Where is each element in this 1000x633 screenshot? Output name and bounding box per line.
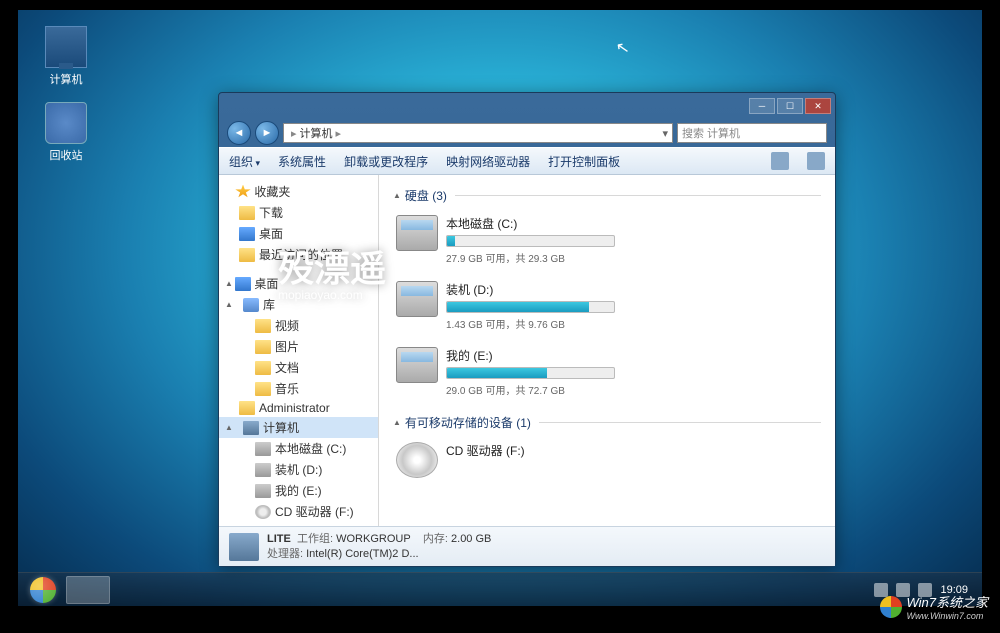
- sidebar-item-downloads[interactable]: 下载: [219, 202, 378, 223]
- hdd-icon: [396, 281, 438, 317]
- view-options-icon[interactable]: [771, 152, 789, 170]
- drive-label: 本地磁盘 (C:): [446, 215, 615, 232]
- close-button[interactable]: ✕: [805, 98, 831, 114]
- capacity-bar: [446, 367, 615, 379]
- drive-f[interactable]: CD 驱动器 (F:): [393, 439, 618, 481]
- taskbar: 19:09: [18, 572, 982, 606]
- hdd-icon: [255, 442, 271, 456]
- sidebar-item-documents[interactable]: 文档: [219, 357, 378, 378]
- desktop-screen: 计算机 回收站 ↖ ─ ☐ ✕ ◄ ► ▸ 计算机 ▸ ▾ 搜索 计算机: [18, 10, 982, 606]
- folder-icon: [255, 382, 271, 396]
- details-pane: LITE 工作组: WORKGROUP 内存: 2.00 GB 处理器: Int…: [219, 526, 835, 566]
- drive-d[interactable]: 装机 (D:) 1.43 GB 可用，共 9.76 GB: [393, 278, 618, 334]
- details-hostname: LITE: [267, 533, 291, 545]
- desktop-icon-label: 计算机: [36, 71, 96, 87]
- sidebar-item-libraries[interactable]: ▲库: [219, 294, 378, 315]
- library-icon: [243, 298, 259, 312]
- address-bar[interactable]: ▸ 计算机 ▸ ▾: [283, 123, 673, 143]
- user-icon: [239, 401, 255, 415]
- sidebar-favorites[interactable]: 收藏夹: [219, 181, 378, 202]
- search-input[interactable]: 搜索 计算机: [677, 123, 827, 143]
- taskbar-item-explorer[interactable]: [66, 576, 110, 604]
- desktop-icon-recyclebin[interactable]: 回收站: [36, 102, 96, 163]
- desktop-icon: [239, 227, 255, 241]
- sidebar-item-recent[interactable]: 最近访问的位置: [219, 244, 378, 265]
- system-properties-button[interactable]: 系统属性: [278, 153, 326, 170]
- windows-orb-icon: [30, 577, 56, 603]
- sidebar-item-administrator[interactable]: Administrator: [219, 399, 378, 417]
- nav-row: ◄ ► ▸ 计算机 ▸ ▾ 搜索 计算机: [219, 119, 835, 147]
- folder-icon: [255, 340, 271, 354]
- window-body: 收藏夹 下载 桌面 最近访问的位置 ▲ 桌面 ▲库 视频 图片 文档 音乐 Ad…: [219, 175, 835, 526]
- hdd-icon: [396, 215, 438, 251]
- navigation-pane: 收藏夹 下载 桌面 最近访问的位置 ▲ 桌面 ▲库 视频 图片 文档 音乐 Ad…: [219, 175, 379, 526]
- open-control-panel-button[interactable]: 打开控制面板: [548, 153, 620, 170]
- hdd-icon: [255, 463, 271, 477]
- maximize-button[interactable]: ☐: [777, 98, 803, 114]
- windows-flag-icon: [880, 596, 902, 618]
- corner-watermark: Win7系统之家 Www.Winwin7.com: [880, 592, 988, 621]
- capacity-bar: [446, 235, 615, 247]
- star-icon: [235, 185, 251, 199]
- explorer-window: ─ ☐ ✕ ◄ ► ▸ 计算机 ▸ ▾ 搜索 计算机 组织 系统属性 卸载或更改…: [218, 92, 836, 567]
- start-button[interactable]: [24, 575, 62, 605]
- folder-icon: [239, 248, 255, 262]
- recycle-bin-icon: [45, 102, 87, 144]
- back-button[interactable]: ◄: [227, 121, 251, 145]
- sidebar-item-computer[interactable]: ▲计算机: [219, 417, 378, 438]
- forward-button[interactable]: ►: [255, 121, 279, 145]
- folder-icon: [239, 206, 255, 220]
- folder-icon: [255, 361, 271, 375]
- category-hard-disks[interactable]: ▲硬盘 (3): [393, 187, 821, 204]
- sidebar-item-music[interactable]: 音乐: [219, 378, 378, 399]
- drive-label: 我的 (E:): [446, 347, 615, 364]
- organize-menu[interactable]: 组织: [229, 153, 260, 170]
- sidebar-item-desktop[interactable]: 桌面: [219, 223, 378, 244]
- capacity-text: 29.0 GB 可用，共 72.7 GB: [446, 382, 615, 397]
- refresh-icon[interactable]: ▾: [662, 127, 668, 140]
- sidebar-item-videos[interactable]: 视频: [219, 315, 378, 336]
- sidebar-item-drive-d[interactable]: 装机 (D:): [219, 459, 378, 480]
- minimize-button[interactable]: ─: [749, 98, 775, 114]
- sidebar-item-drive-c[interactable]: 本地磁盘 (C:): [219, 438, 378, 459]
- sidebar-item-drive-e[interactable]: 我的 (E:): [219, 480, 378, 501]
- computer-icon: [45, 26, 87, 68]
- desktop-icon-computer[interactable]: 计算机: [36, 26, 96, 87]
- content-pane: ▲硬盘 (3) 本地磁盘 (C:) 27.9 GB 可用，共 29.3 GB: [379, 175, 835, 526]
- sidebar-item-pictures[interactable]: 图片: [219, 336, 378, 357]
- address-segment[interactable]: 计算机: [300, 125, 333, 141]
- desktop-icon: [235, 277, 251, 291]
- capacity-text: 27.9 GB 可用，共 29.3 GB: [446, 250, 615, 265]
- search-placeholder: 搜索 计算机: [682, 125, 740, 141]
- computer-icon: [243, 421, 259, 435]
- capacity-bar: [446, 301, 615, 313]
- folder-icon: [255, 319, 271, 333]
- hdd-icon: [255, 484, 271, 498]
- cd-icon: [255, 505, 271, 519]
- drive-c[interactable]: 本地磁盘 (C:) 27.9 GB 可用，共 29.3 GB: [393, 212, 618, 268]
- computer-icon: [229, 533, 259, 561]
- drive-label: 装机 (D:): [446, 281, 615, 298]
- mouse-cursor-icon: ↖: [614, 37, 631, 59]
- help-icon[interactable]: [807, 152, 825, 170]
- uninstall-programs-button[interactable]: 卸载或更改程序: [344, 153, 428, 170]
- window-titlebar[interactable]: ─ ☐ ✕: [219, 93, 835, 119]
- drive-label: CD 驱动器 (F:): [446, 442, 615, 459]
- category-removable[interactable]: ▲有可移动存储的设备 (1): [393, 414, 821, 431]
- sidebar-item-drive-f[interactable]: CD 驱动器 (F:): [219, 501, 378, 522]
- hdd-icon: [396, 347, 438, 383]
- toolbar: 组织 系统属性 卸载或更改程序 映射网络驱动器 打开控制面板: [219, 147, 835, 175]
- cd-icon: [396, 442, 438, 478]
- map-network-drive-button[interactable]: 映射网络驱动器: [446, 153, 530, 170]
- capacity-text: 1.43 GB 可用，共 9.76 GB: [446, 316, 615, 331]
- desktop-icon-label: 回收站: [36, 147, 96, 163]
- drive-e[interactable]: 我的 (E:) 29.0 GB 可用，共 72.7 GB: [393, 344, 618, 400]
- sidebar-desktop-group[interactable]: ▲ 桌面: [219, 273, 378, 294]
